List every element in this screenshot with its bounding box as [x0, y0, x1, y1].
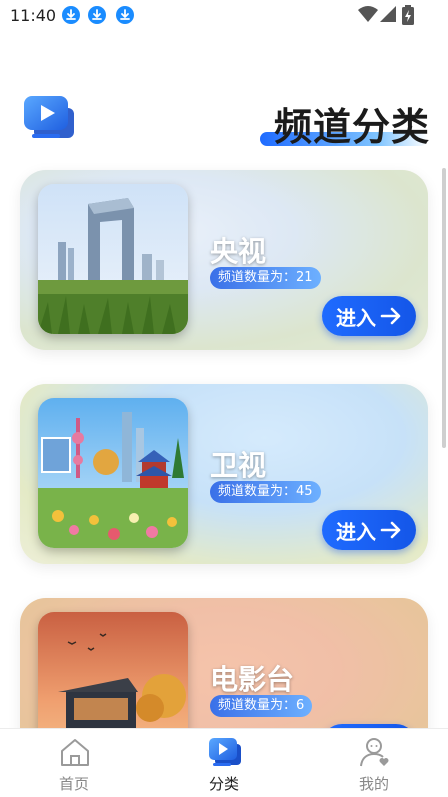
- wifi-icon: [358, 6, 378, 22]
- category-card-satellite[interactable]: 卫视 频道数量为：45 进入: [20, 384, 428, 564]
- bottom-navigation: 首页 分类 我的: [0, 728, 448, 797]
- nav-label: 首页: [58, 775, 89, 793]
- category-name: 央视: [210, 235, 267, 268]
- page-title-block: 频道分类: [260, 96, 430, 149]
- category-card-cctv[interactable]: 央视 频道数量为：21 进入: [20, 170, 428, 350]
- enter-button[interactable]: 进入: [322, 510, 416, 550]
- profile-icon: [360, 738, 389, 767]
- app-logo-icon: [24, 96, 74, 138]
- nav-item-profile[interactable]: 我的: [314, 729, 434, 797]
- download-icon: [88, 6, 106, 24]
- category-icon: [209, 738, 241, 766]
- nav-label: 分类: [208, 775, 239, 793]
- status-bar: 11:40: [0, 0, 448, 32]
- category-name: 电影台: [210, 663, 295, 696]
- nav-label: 我的: [358, 775, 389, 793]
- enter-label: 进入: [336, 305, 376, 330]
- arrow-right-icon: [380, 307, 401, 325]
- cctv-thumbnail: [38, 184, 188, 334]
- signal-icon: [380, 6, 396, 22]
- channel-count-badge: 频道数量为：45: [210, 481, 321, 503]
- download-icon: [116, 6, 134, 24]
- nav-item-home[interactable]: 首页: [14, 729, 134, 797]
- status-time: 11:40: [10, 6, 57, 25]
- channel-count-badge: 频道数量为：6: [210, 695, 313, 717]
- battery-icon: [402, 5, 414, 25]
- category-name: 卫视: [210, 449, 267, 482]
- nav-item-category[interactable]: 分类: [164, 729, 284, 797]
- home-icon: [61, 739, 89, 766]
- satellite-thumbnail: [38, 398, 188, 548]
- enter-label: 进入: [336, 519, 376, 544]
- page-title: 频道分类: [273, 105, 430, 149]
- channel-count-badge: 频道数量为：21: [210, 267, 321, 289]
- scrollbar[interactable]: [442, 168, 446, 448]
- download-icon: [62, 6, 80, 24]
- arrow-right-icon: [380, 521, 401, 539]
- enter-button[interactable]: 进入: [322, 296, 416, 336]
